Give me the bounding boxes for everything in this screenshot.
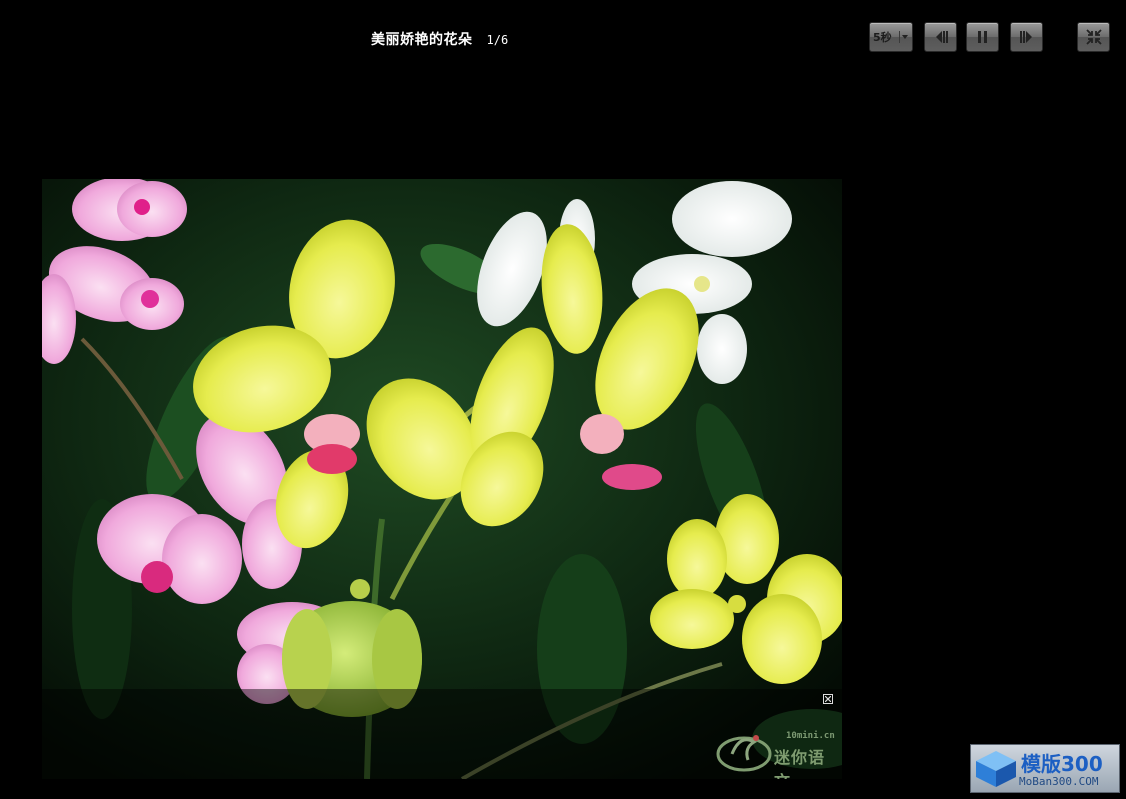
slide-counter: 1/6 <box>486 33 509 47</box>
interval-select[interactable]: 5秒 <box>869 22 913 52</box>
slide-title: 美丽娇艳的花朵 <box>371 32 473 48</box>
caption-close-button[interactable] <box>823 694 833 704</box>
watermark-url: 10mini.cn <box>786 731 835 741</box>
skip-previous-icon <box>935 31 948 43</box>
chevron-down-icon <box>899 31 910 43</box>
exit-fullscreen-button[interactable] <box>1077 22 1110 52</box>
interval-value: 5秒 <box>873 31 892 44</box>
pause-icon <box>977 31 987 43</box>
watermark: 10mini.cn 迷你语文 <box>714 724 836 779</box>
cube-logo-icon <box>976 751 1016 787</box>
slideshow-viewer: 美丽娇艳的花朵 1/6 5秒 10mini.cn 迷你语 模版300 MoBan… <box>0 0 1126 799</box>
pause-button[interactable] <box>966 22 999 52</box>
collapse-fullscreen-icon <box>1085 29 1102 45</box>
slide-photo[interactable]: 10mini.cn 迷你语文 <box>42 179 842 779</box>
badge-name: 模版300 <box>1021 752 1103 776</box>
previous-button[interactable] <box>924 22 957 52</box>
skip-next-icon <box>1019 31 1032 43</box>
next-button[interactable] <box>1010 22 1043 52</box>
watermark-name: 迷你语文 <box>774 748 826 779</box>
site-badge[interactable]: 模版300 MoBan300.COM <box>970 744 1120 793</box>
watermark-logo-icon <box>716 735 772 772</box>
close-icon <box>825 696 831 702</box>
title-bar: 美丽娇艳的花朵 1/6 <box>371 29 508 49</box>
badge-domain: MoBan300.COM <box>1019 775 1099 788</box>
